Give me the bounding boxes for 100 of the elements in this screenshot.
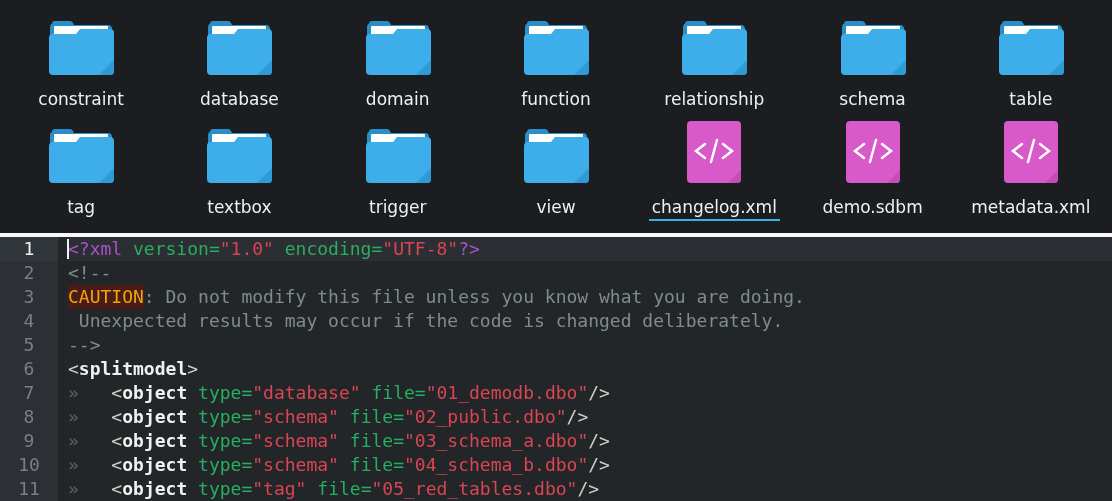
file-name: changelog.xml <box>648 195 780 221</box>
file-name: schema <box>838 88 907 111</box>
file-item[interactable]: changelog.xml <box>635 119 794 227</box>
tab-marker: » <box>68 429 79 453</box>
line-number: 9 <box>22 429 36 453</box>
comment-text: : Do not modify this file unless you know what you are doing. <box>143 285 805 309</box>
string-token: "database" <box>252 381 361 405</box>
string-token: "schema" <box>252 453 339 477</box>
folder-icon <box>521 127 591 184</box>
folder-item[interactable]: function <box>476 12 636 120</box>
folder-item[interactable]: textbox <box>160 119 319 227</box>
folder-item[interactable]: database <box>160 12 319 120</box>
file-name: database <box>199 88 280 111</box>
string-token: "schema" <box>252 429 339 453</box>
attribute-token: file= <box>316 477 372 501</box>
string-token: "UTF-8" <box>382 237 459 261</box>
file-name: demo.sdbm <box>821 195 924 219</box>
string-token: "01_demodb.dbo" <box>425 381 589 405</box>
file-name: metadata.xml <box>970 195 1092 219</box>
folder-item[interactable]: constraint <box>2 12 161 120</box>
line-number: 6 <box>22 357 36 381</box>
string-token: "tag" <box>252 477 307 501</box>
comment-text: --> <box>68 333 101 357</box>
file-name: view <box>535 195 577 219</box>
tag-name-token: splitmodel <box>78 357 188 381</box>
file-name: tag <box>66 195 97 219</box>
string-token: "schema" <box>252 405 339 429</box>
attribute-token: encoding= <box>283 237 383 261</box>
folder-icon <box>204 127 275 184</box>
text-cursor <box>67 239 69 259</box>
comment-text: Unexpected results may occur if the code is changed deliberately. <box>77 309 784 333</box>
punctuation-token: /> <box>588 429 610 453</box>
line-number: 3 <box>22 285 36 309</box>
attribute-token: file= <box>348 405 404 429</box>
line-number: 1 <box>0 237 58 261</box>
line-number: 5 <box>22 333 36 357</box>
punctuation-token: < <box>110 453 123 477</box>
string-token: "02_public.dbo" <box>404 405 567 429</box>
file-name: constraint <box>37 88 125 111</box>
xml-declaration-token: ?> <box>458 237 480 261</box>
tag-name-token: object <box>122 477 188 501</box>
attribute-token: type= <box>197 453 253 477</box>
attribute-token: file= <box>370 381 426 405</box>
line-number: 11 <box>17 477 41 501</box>
punctuation-token: /> <box>588 453 610 477</box>
punctuation-token: < <box>110 381 123 405</box>
folder-item[interactable]: tag <box>2 119 161 227</box>
tag-name-token: object <box>122 381 188 405</box>
tab-marker: » <box>68 453 79 477</box>
file-name: domain <box>364 88 431 111</box>
line-number: 10 <box>17 453 41 477</box>
code-file-icon <box>1002 119 1059 184</box>
folder-icon <box>679 20 750 76</box>
line-number: 8 <box>22 405 36 429</box>
punctuation-token: /> <box>588 381 610 405</box>
tab-marker: » <box>68 477 79 501</box>
folder-icon <box>204 20 275 76</box>
attribute-token: file= <box>348 453 404 477</box>
file-name: relationship <box>663 88 766 111</box>
punctuation-token: < <box>110 477 123 501</box>
tag-name-token: object <box>122 429 188 453</box>
comment-text: <!-- <box>68 261 112 285</box>
punctuation-token: < <box>110 405 123 429</box>
file-name: textbox <box>206 195 273 219</box>
line-number: 7 <box>22 381 36 405</box>
file-name: table <box>1008 88 1054 111</box>
code-file-icon <box>844 119 901 184</box>
string-token: "03_schema_a.dbo" <box>404 429 589 453</box>
folder-item[interactable]: domain <box>318 12 477 120</box>
string-token: "05_red_tables.dbo" <box>371 477 578 501</box>
tab-marker: » <box>68 381 79 405</box>
attribute-token: type= <box>197 429 253 453</box>
punctuation-token: > <box>187 357 199 381</box>
line-number: 2 <box>22 261 36 285</box>
attribute-token: type= <box>197 381 253 405</box>
line-number: 4 <box>22 309 36 333</box>
tag-name-token: object <box>122 453 188 477</box>
tab-marker: » <box>68 405 79 429</box>
attribute-token: version= <box>132 237 220 261</box>
file-item[interactable]: metadata.xml <box>951 119 1110 227</box>
file-name: trigger <box>368 195 428 219</box>
xml-declaration-token: <?xml <box>68 237 123 261</box>
tag-name-token: object <box>122 405 188 429</box>
folder-item[interactable]: relationship <box>635 12 794 120</box>
punctuation-token: < <box>68 357 79 381</box>
folder-item[interactable]: schema <box>793 12 952 120</box>
code-file-icon <box>686 119 743 184</box>
attribute-token: type= <box>197 477 253 501</box>
caution-keyword: CAUTION <box>68 285 144 309</box>
punctuation-token: /> <box>577 477 600 501</box>
file-item[interactable]: demo.sdbm <box>793 119 952 227</box>
string-token: "1.0" <box>219 237 274 261</box>
folder-icon <box>46 20 117 76</box>
folder-item[interactable]: view <box>476 119 636 227</box>
folder-item[interactable]: trigger <box>318 119 477 227</box>
string-token: "04_schema_b.dbo" <box>404 453 589 477</box>
folder-item[interactable]: table <box>951 12 1110 120</box>
attribute-token: type= <box>197 405 253 429</box>
punctuation-token: /> <box>566 405 589 429</box>
punctuation-token: < <box>110 429 123 453</box>
